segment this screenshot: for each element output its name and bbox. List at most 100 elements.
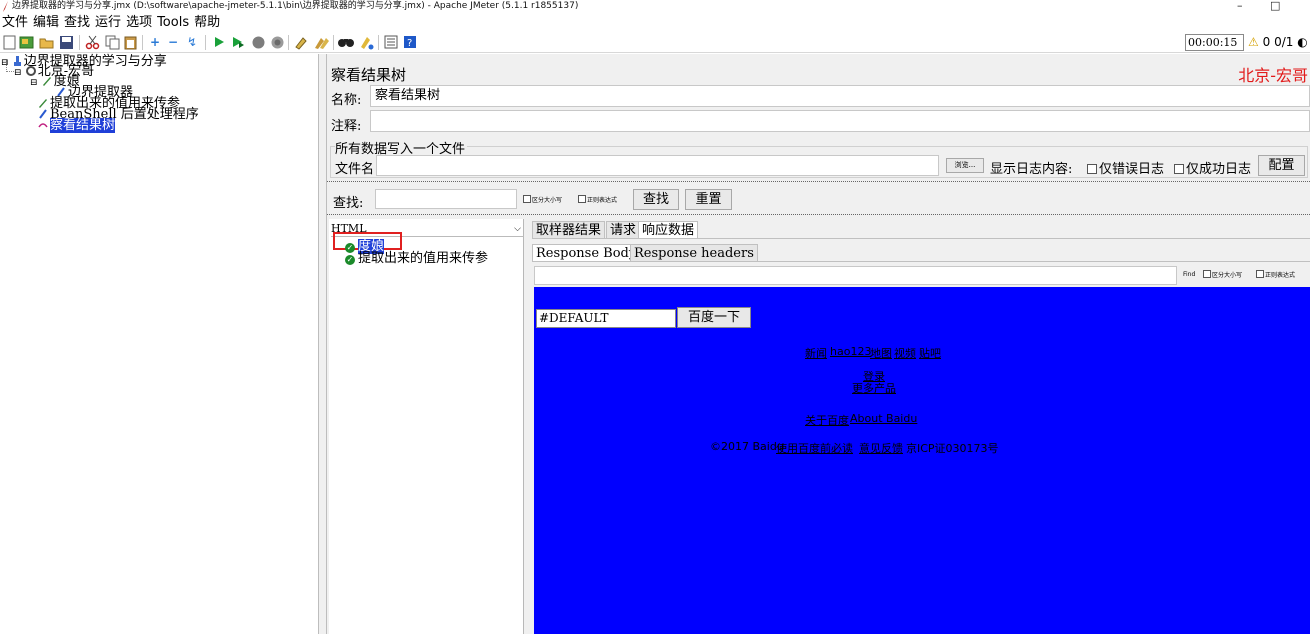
tree-node-listener[interactable]: 察看结果树 bbox=[38, 118, 116, 133]
toggle-icon[interactable]: ↯ bbox=[184, 34, 200, 50]
subtab-response-headers[interactable]: Response headers bbox=[630, 244, 758, 262]
copyright-text: ©2017 Baidu bbox=[710, 440, 784, 453]
link-about-baidu[interactable]: 关于百度 bbox=[805, 412, 849, 428]
errors-only-checkbox[interactable]: 仅错误日志 bbox=[1087, 158, 1164, 177]
results-tree: HTML ⌵ bbox=[329, 219, 524, 634]
filename-label: 文件名 bbox=[335, 162, 375, 177]
window-title: 边界提取器的学习与分享.jmx (D:\software\apache-jmet… bbox=[12, 1, 579, 11]
find-label: Find bbox=[1183, 271, 1196, 278]
regex-checkbox[interactable]: 正则表达式 bbox=[578, 195, 617, 204]
elapsed-timer: 00:00:15 bbox=[1185, 34, 1244, 51]
save-icon[interactable] bbox=[58, 34, 74, 50]
tab-sampler-result[interactable]: 取样器结果 bbox=[532, 221, 606, 239]
toolbar-separator bbox=[205, 35, 206, 50]
menu-options[interactable]: 选项 bbox=[126, 13, 152, 32]
search-button[interactable]: 查找 bbox=[633, 189, 679, 210]
menu-edit[interactable]: 编辑 bbox=[33, 13, 59, 32]
svg-text:?: ? bbox=[407, 38, 412, 49]
find-regex-checkbox[interactable]: 正则表达式 bbox=[1256, 270, 1295, 279]
find-case-checkbox[interactable]: 区分大小写 bbox=[1203, 270, 1242, 279]
link-hao123[interactable]: hao123 bbox=[830, 345, 871, 358]
reset-button[interactable]: 重置 bbox=[685, 189, 732, 210]
clear-all-icon[interactable] bbox=[313, 34, 329, 50]
templates-icon[interactable] bbox=[18, 34, 34, 50]
log-content-label: 显示日志内容: bbox=[990, 162, 1073, 177]
collapse-toggle-icon[interactable]: ⊟ bbox=[1, 58, 9, 68]
link-video[interactable]: 视频 bbox=[894, 345, 916, 361]
baidu-search-button[interactable]: 百度一下 bbox=[677, 307, 751, 328]
start-icon[interactable] bbox=[211, 34, 227, 50]
shutdown-icon[interactable] bbox=[269, 34, 285, 50]
success-only-checkbox[interactable]: 仅成功日志 bbox=[1174, 158, 1251, 177]
success-shield-icon: ✓ bbox=[345, 255, 355, 265]
sampler-pen-icon bbox=[38, 98, 48, 108]
sampler-pen-icon bbox=[42, 76, 52, 86]
menu-file[interactable]: 文件 bbox=[2, 13, 28, 32]
tab-response-data[interactable]: 响应数据 bbox=[638, 221, 699, 239]
collapse-divider[interactable] bbox=[327, 214, 1310, 216]
remote-icon: ◐ bbox=[1297, 35, 1308, 49]
search-label: 查找: bbox=[333, 196, 364, 211]
toolbar-separator bbox=[333, 35, 334, 50]
panel-splitter[interactable] bbox=[318, 54, 327, 634]
link-news[interactable]: 新闻 bbox=[805, 345, 827, 361]
reset-search-icon[interactable] bbox=[358, 34, 374, 50]
cut-icon[interactable] bbox=[84, 34, 100, 50]
toolbar: + − ↯ ? 00:00:15 ⚠ 0 0/1 ◐ bbox=[0, 32, 1310, 53]
icp-text: 京ICP证030173号 bbox=[906, 442, 999, 455]
minimize-button[interactable]: – bbox=[1237, 0, 1243, 12]
view-results-tree-panel: 察看结果树 北京-宏哥 名称: 察看结果树 注释: 所有数据写入一个文件 文件名… bbox=[327, 54, 1310, 634]
collapse-divider[interactable] bbox=[327, 181, 1310, 183]
toolbar-separator bbox=[288, 35, 289, 50]
function-helper-icon[interactable] bbox=[383, 34, 399, 50]
new-icon[interactable] bbox=[1, 34, 17, 50]
open-icon[interactable] bbox=[38, 34, 54, 50]
active-threads: 0/1 bbox=[1274, 35, 1294, 49]
title-bar: 边界提取器的学习与分享.jmx (D:\software\apache-jmet… bbox=[0, 0, 1310, 13]
link-feedback[interactable]: 意见反馈 bbox=[859, 440, 903, 456]
warning-triangle-icon[interactable]: ⚠ bbox=[1248, 35, 1259, 49]
collapse-toggle-icon[interactable]: ⊟ bbox=[30, 78, 38, 88]
browse-button[interactable]: 浏览... bbox=[946, 158, 984, 173]
binoculars-icon[interactable] bbox=[338, 34, 354, 50]
subtab-response-body[interactable]: Response Body bbox=[532, 244, 641, 262]
filename-input[interactable] bbox=[376, 155, 939, 176]
baidu-search-input[interactable]: #DEFAULT bbox=[536, 309, 676, 328]
menu-run[interactable]: 运行 bbox=[95, 13, 121, 32]
clear-icon[interactable] bbox=[293, 34, 309, 50]
link-map[interactable]: 地图 bbox=[870, 345, 892, 361]
help-icon[interactable]: ? bbox=[402, 34, 418, 50]
post-processor-arrow-icon bbox=[38, 109, 48, 119]
configure-button[interactable]: 配置 bbox=[1258, 155, 1305, 176]
link-about-baidu-en[interactable]: About Baidu bbox=[850, 412, 917, 425]
collapse-toggle-icon[interactable]: ⊟ bbox=[14, 68, 22, 78]
menu-help[interactable]: 帮助 bbox=[194, 13, 220, 32]
copy-icon[interactable] bbox=[104, 34, 120, 50]
chevron-down-icon[interactable]: ⌵ bbox=[514, 222, 521, 236]
menu-tools[interactable]: Tools bbox=[157, 13, 189, 32]
expand-icon[interactable]: + bbox=[147, 34, 163, 50]
search-input[interactable] bbox=[375, 189, 517, 209]
panel-title: 察看结果树 bbox=[331, 66, 407, 84]
test-plan-tree: ⊟ 边界提取器的学习与分享 ⊟ 北京-宏哥 ⊟ 度娘 边界提取器 提取出来的值用… bbox=[0, 54, 318, 634]
menu-search[interactable]: 查找 bbox=[64, 13, 90, 32]
paste-icon[interactable] bbox=[122, 34, 138, 50]
stop-icon[interactable] bbox=[250, 34, 266, 50]
toolbar-separator bbox=[79, 35, 80, 50]
link-more-products[interactable]: 更多产品 bbox=[852, 380, 896, 396]
comment-label: 注释: bbox=[331, 119, 362, 134]
start-no-pauses-icon[interactable] bbox=[230, 34, 246, 50]
tab-request[interactable]: 请求 bbox=[606, 221, 641, 239]
collapse-icon[interactable]: − bbox=[165, 34, 181, 50]
comment-field[interactable] bbox=[370, 110, 1310, 132]
find-input[interactable] bbox=[534, 266, 1177, 285]
toolbar-separator bbox=[378, 35, 379, 50]
name-field[interactable]: 察看结果树 bbox=[370, 85, 1310, 107]
link-tieba[interactable]: 贴吧 bbox=[919, 345, 941, 361]
thread-status: ⚠ 0 0/1 ◐ bbox=[1248, 34, 1308, 51]
link-must-read[interactable]: 使用百度前必读 bbox=[776, 440, 853, 456]
maximize-button[interactable]: □ bbox=[1270, 0, 1280, 12]
result-item[interactable]: ✓ 提取出来的值用来传参 bbox=[345, 247, 488, 266]
html-render-view: #DEFAULT 百度一下 新闻 hao123 地图 视频 贴吧 登录 更多产品… bbox=[534, 287, 1310, 634]
case-sensitive-checkbox[interactable]: 区分大小写 bbox=[523, 195, 562, 204]
